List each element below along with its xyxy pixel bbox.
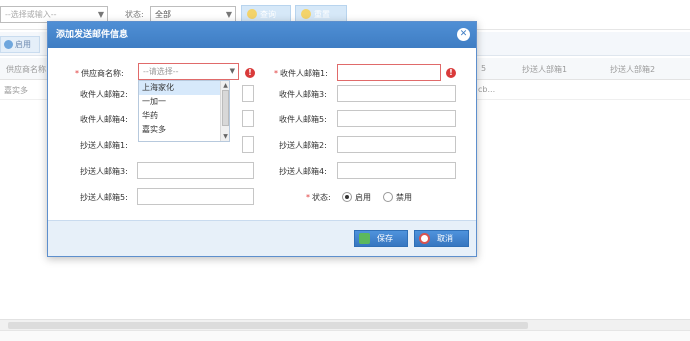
cc-email-2-input[interactable] bbox=[337, 136, 456, 153]
cancel-button[interactable]: 取消 bbox=[414, 230, 469, 247]
dropdown-option[interactable]: 华药 bbox=[139, 109, 229, 123]
dialog-footer bbox=[48, 220, 476, 256]
save-icon bbox=[359, 233, 370, 244]
scrollbar-thumb[interactable] bbox=[222, 90, 229, 126]
supplier-select[interactable]: --请选择-- ▼ bbox=[138, 63, 239, 80]
close-icon[interactable]: ✕ bbox=[457, 28, 470, 41]
status-disable-label: 禁用 bbox=[396, 193, 412, 202]
cancel-button-label: 取消 bbox=[437, 234, 453, 243]
error-icon: ! bbox=[446, 68, 456, 78]
dialog-header: 添加发送邮件信息 ✕ bbox=[48, 22, 476, 48]
recipient-1-label: * 收件人邮箱1: bbox=[274, 69, 328, 78]
chevron-down-icon: ▼ bbox=[229, 67, 235, 75]
cc-4-label: 抄送人邮箱4: bbox=[279, 167, 327, 176]
cancel-icon bbox=[419, 233, 430, 244]
status-enable-label: 启用 bbox=[355, 193, 371, 202]
dropdown-option[interactable]: 一加一 bbox=[139, 95, 229, 109]
recipient-3-label: 收件人邮箱3: bbox=[279, 90, 327, 99]
scroll-up-icon[interactable]: ▲ bbox=[222, 82, 229, 89]
status-label-text: 状态: bbox=[312, 193, 331, 202]
cc-email-3-input[interactable] bbox=[137, 162, 254, 179]
error-icon: ! bbox=[245, 68, 255, 78]
recipient-email-3-input[interactable] bbox=[337, 85, 456, 102]
dialog-title: 添加发送邮件信息 bbox=[56, 30, 129, 40]
dropdown-scrollbar[interactable]: ▲ ▼ bbox=[220, 81, 229, 141]
recipient-email-2-input[interactable] bbox=[242, 85, 254, 102]
scroll-down-icon[interactable]: ▼ bbox=[222, 133, 229, 140]
cc-1-label: 抄送人邮箱1: bbox=[80, 141, 128, 150]
recipient-5-label: 收件人邮箱5: bbox=[279, 115, 327, 124]
save-button[interactable]: 保存 bbox=[354, 230, 408, 247]
save-button-label: 保存 bbox=[377, 234, 393, 243]
supplier-label: * 供应商名称: bbox=[75, 69, 124, 78]
dialog-body: * 供应商名称: ! * 收件人邮箱1: ! 收件人邮箱2: 收件人邮箱3: 收件人… bbox=[48, 48, 476, 220]
dropdown-option[interactable]: 嘉实多 bbox=[139, 123, 229, 137]
cc-email-5-input[interactable] bbox=[137, 188, 254, 205]
recipient-4-label: 收件人邮箱4: bbox=[80, 115, 128, 124]
dropdown-option[interactable]: 上海家化 bbox=[139, 81, 229, 95]
status-disable-radio[interactable] bbox=[383, 192, 393, 202]
cc-email-4-input[interactable] bbox=[337, 162, 456, 179]
recipient-1-label-text: 收件人邮箱1: bbox=[280, 69, 328, 78]
status-enable-radio[interactable] bbox=[342, 192, 352, 202]
supplier-dropdown-list: 上海家化 一加一 华药 嘉实多 ▲ ▼ bbox=[138, 80, 230, 142]
supplier-label-text: 供应商名称: bbox=[81, 69, 124, 78]
supplier-select-placeholder: --请选择-- bbox=[143, 67, 179, 76]
cc-2-label: 抄送人邮箱2: bbox=[279, 141, 327, 150]
add-email-dialog: 添加发送邮件信息 ✕ * 供应商名称: ! * 收件人邮箱1: ! 收件人邮箱2: … bbox=[47, 21, 477, 257]
recipient-email-1-input[interactable] bbox=[337, 64, 441, 81]
status-label: * 状态: bbox=[306, 193, 331, 202]
cc-5-label: 抄送人邮箱5: bbox=[80, 193, 128, 202]
cc-email-1-input[interactable] bbox=[242, 136, 254, 153]
recipient-2-label: 收件人邮箱2: bbox=[80, 90, 128, 99]
cc-3-label: 抄送人邮箱3: bbox=[80, 167, 128, 176]
recipient-email-5-input[interactable] bbox=[337, 110, 456, 127]
recipient-email-4-input[interactable] bbox=[242, 110, 254, 127]
